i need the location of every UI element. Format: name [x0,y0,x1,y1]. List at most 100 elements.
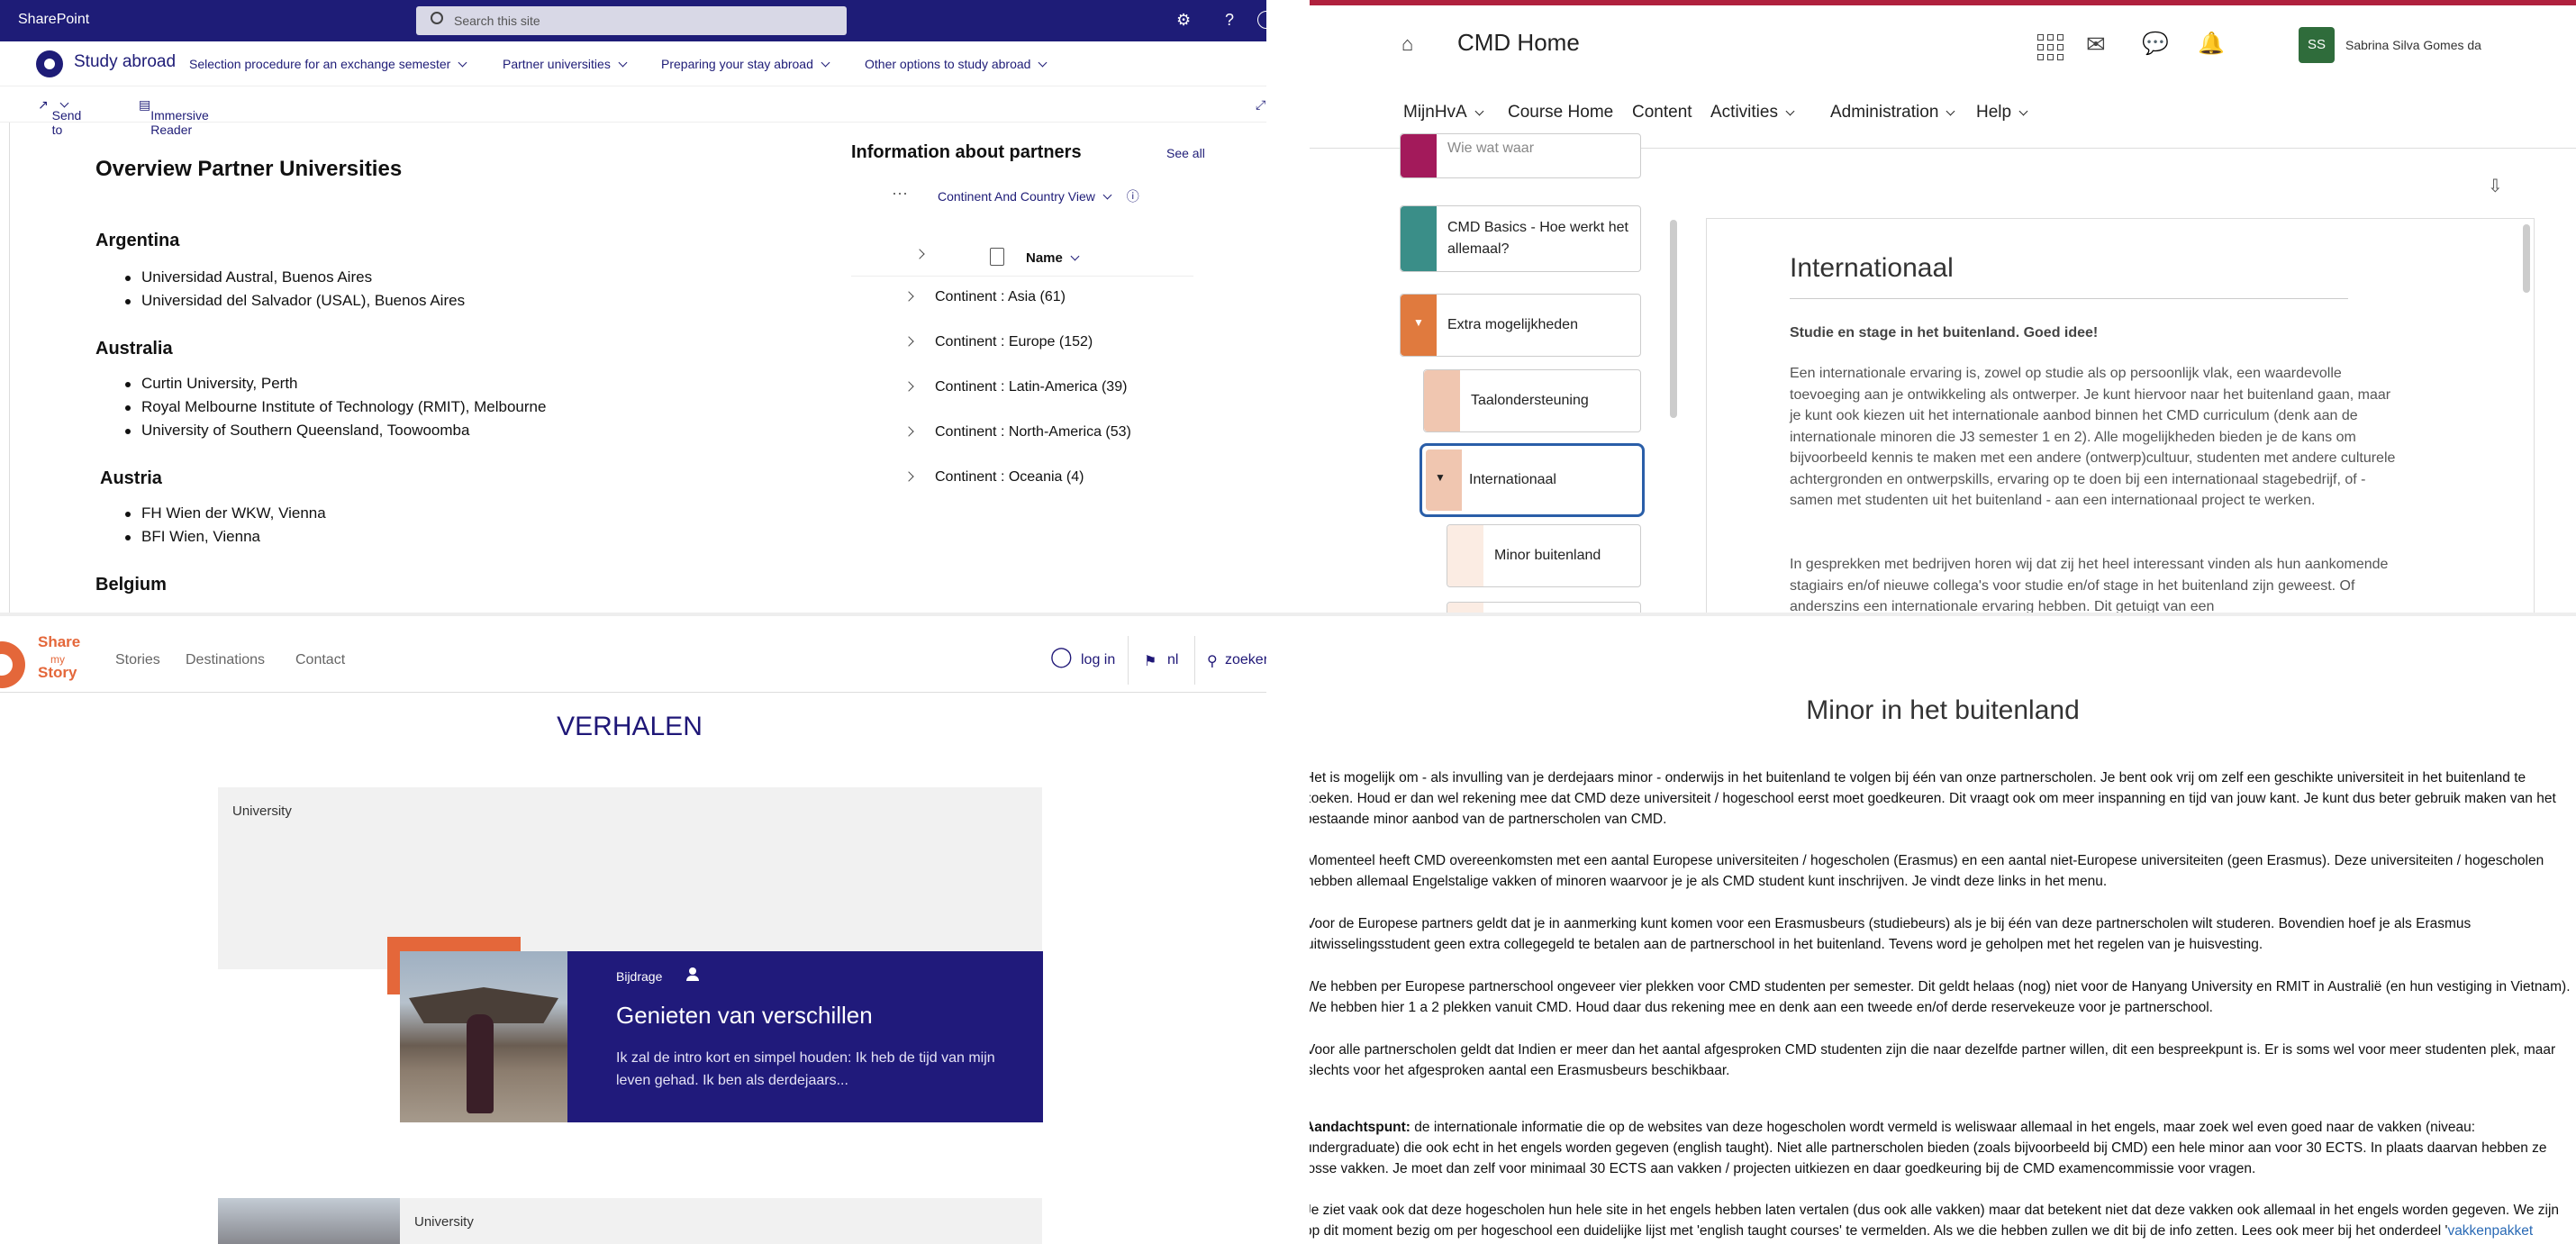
nav-activities[interactable]: Activities [1710,103,1795,123]
bell-icon[interactable]: 🔔 [2198,29,2228,59]
document-scrollbar[interactable] [2523,224,2530,293]
chat-icon[interactable]: 💬 [2142,29,2172,59]
story-card-background: University [218,787,1042,969]
settings-icon[interactable]: ⚙ [1176,11,1191,30]
header-divider [0,692,1266,693]
module-color-strip [1401,134,1437,177]
module-cmd-basics[interactable]: CMD Basics - Hoe werkt het allemaal? [1400,205,1641,272]
expand-icon[interactable]: ⤢ [1256,97,1265,113]
login-link[interactable]: log in [1081,652,1115,668]
nav-label: Preparing your stay abroad [661,57,813,71]
view-selector[interactable]: Continent And Country View ⓘ [938,187,1139,205]
share-my-story-window: Share my Story Stories Destinations Cont… [0,614,1266,1244]
logo-mark [0,641,25,688]
nav-mijnhva[interactable]: MijnHvA [1403,103,1484,123]
module-extra-mogelijkheden[interactable]: ▼ Extra mogelijkheden [1400,294,1641,357]
vakkenpakket-link[interactable]: vakkenpakket [2447,1223,2533,1239]
file-type-icon [990,248,1004,266]
course-title[interactable]: CMD Home [1457,29,1580,57]
chevron-down-icon [59,98,69,108]
sharepoint-brand[interactable]: SharePoint [18,12,89,28]
document-paragraph: Een internationale ervaring is, zowel op… [1790,366,2396,508]
avatar[interactable]: SS [2299,27,2335,63]
partners-title: Information about partners [851,142,1082,162]
name-header-label: Name [1026,250,1063,266]
nav-partner-universities[interactable]: Partner universities [503,57,628,71]
module-internationaal-selected[interactable]: ▼ Internationaal [1420,443,1645,517]
user-name[interactable]: Sabrina Silva Gomes da [2345,38,2481,52]
help-icon[interactable]: ? [1225,11,1234,30]
content-sidebar: Wie wat waar CMD Basics - Hoe werkt het … [1310,133,1679,614]
country-heading: Argentina [95,231,180,250]
story-card[interactable]: Bijdrage Genieten van verschillen Ik zal… [567,951,1043,1122]
see-all-link[interactable]: See all [1166,146,1205,160]
send-to-button[interactable]: ↗ Send to [38,97,81,137]
nav-administration[interactable]: Administration [1830,103,1955,123]
expand-all-icon[interactable] [914,249,925,259]
nav-preparing-stay[interactable]: Preparing your stay abroad [661,57,830,71]
search-link[interactable]: zoeker [1225,652,1266,668]
nav-stories[interactable]: Stories [115,652,160,668]
language-link[interactable]: nl [1167,652,1178,668]
person-figure [467,1014,494,1113]
share-my-story-logo[interactable]: Share my Story [0,634,90,688]
document-frame: Internationaal Studie en stage in het bu… [1706,218,2535,614]
story-headline[interactable]: Genieten van verschillen [616,1002,873,1030]
nav-other-options[interactable]: Other options to study abroad [865,57,1048,71]
download-icon[interactable]: ⇩ [2488,175,2503,197]
group-row[interactable]: Continent : Oceania (4) [851,458,1211,503]
nav-content[interactable]: Content [1632,103,1692,123]
group-row[interactable]: Continent : North-America (53) [851,413,1211,458]
nav-contact[interactable]: Contact [295,652,345,668]
group-label: Continent : North-America (53) [935,424,1131,440]
home-icon[interactable]: ⌂ [1401,32,1413,56]
paragraph-text: Je ziet vaak ook dat deze hogescholen hu… [1310,1203,2560,1239]
group-row[interactable]: Continent : Latin-America (39) [851,368,1211,413]
nav-help[interactable]: Help [1976,103,2028,123]
chevron-right-icon [903,381,914,392]
language-icon[interactable]: ⚑ [1144,652,1156,670]
mail-icon[interactable]: ✉ [2086,29,2117,59]
story-card-2[interactable]: University [218,1198,1042,1244]
module-label: Wie wat waar [1447,141,1535,156]
document-paragraph: Je ziet vaak ook dat deze hogescholen hu… [1310,1200,2571,1241]
module-minor-buitenland[interactable]: Minor buitenland [1447,524,1641,587]
university-item: Curtin University, Perth [125,375,298,392]
account-icon[interactable] [1257,11,1266,29]
brand-bar [1310,0,2576,5]
app-grid-icon[interactable] [2032,29,2064,60]
story-photo[interactable] [400,951,567,1122]
divider [1194,636,1195,685]
module-color-strip [1424,370,1460,431]
more-options-icon[interactable]: ··· [892,184,908,203]
search-icon[interactable]: ⚲ [1207,652,1218,670]
notice-label: Aandachtspunt: [1310,1120,1410,1135]
module-taalondersteuning[interactable]: Taalondersteuning [1423,369,1641,432]
site-logo-icon[interactable] [36,50,63,77]
story-category: University [232,804,292,819]
sidebar-scrollbar[interactable] [1670,220,1677,418]
group-label: Continent : Asia (61) [935,289,1066,304]
site-title[interactable]: Study abroad [74,52,176,72]
logo-word: Story [38,664,77,681]
sharepoint-window: SharePoint Search this site ⚙ ? Study ab… [0,0,1266,614]
nav-course-home[interactable]: Course Home [1508,103,1613,123]
chevron-right-icon [903,471,914,482]
view-label: Continent And Country View [938,189,1095,204]
name-column-header[interactable]: Name [1026,250,1080,266]
info-icon[interactable]: ⓘ [1127,189,1139,204]
group-row[interactable]: Continent : Europe (152) [851,322,1211,368]
chevron-down-icon [1102,190,1112,200]
nav-destinations[interactable]: Destinations [186,652,265,668]
group-label: Continent : Latin-America (39) [935,379,1128,395]
search-placeholder: Search this site [454,14,540,28]
nav-selection-procedure[interactable]: Selection procedure for an exchange seme… [189,57,467,71]
module-wie-wat-waar[interactable]: Wie wat waar [1400,133,1641,178]
nav-label: Partner universities [503,57,611,71]
document-paragraph: Voor de Europese partners geldt dat je i… [1310,916,2472,952]
site-search-input[interactable]: Search this site [416,6,847,35]
caret-down-icon: ▼ [1435,471,1446,484]
group-row[interactable]: Continent : Asia (61) [851,277,1211,322]
search-icon [431,12,443,24]
immersive-reader-button[interactable]: ▤ Immersive Reader [139,97,209,137]
